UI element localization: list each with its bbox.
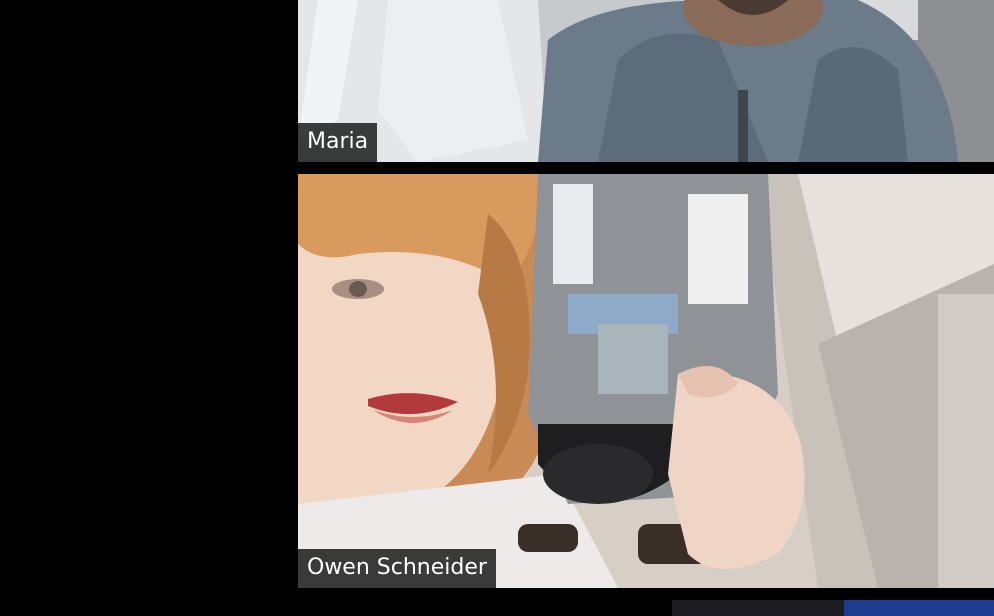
video-feed-partial [844,600,994,616]
video-feed-maria [298,0,994,162]
video-tile-maria[interactable]: Maria [298,0,994,162]
video-feed-owen-schneider [298,174,994,588]
video-tile-partial[interactable] [672,600,994,616]
participant-name-label: Maria [298,123,378,162]
video-tile-owen-schneider[interactable]: Owen Schneider [298,174,994,588]
participant-name-label: Owen Schneider [298,549,496,588]
